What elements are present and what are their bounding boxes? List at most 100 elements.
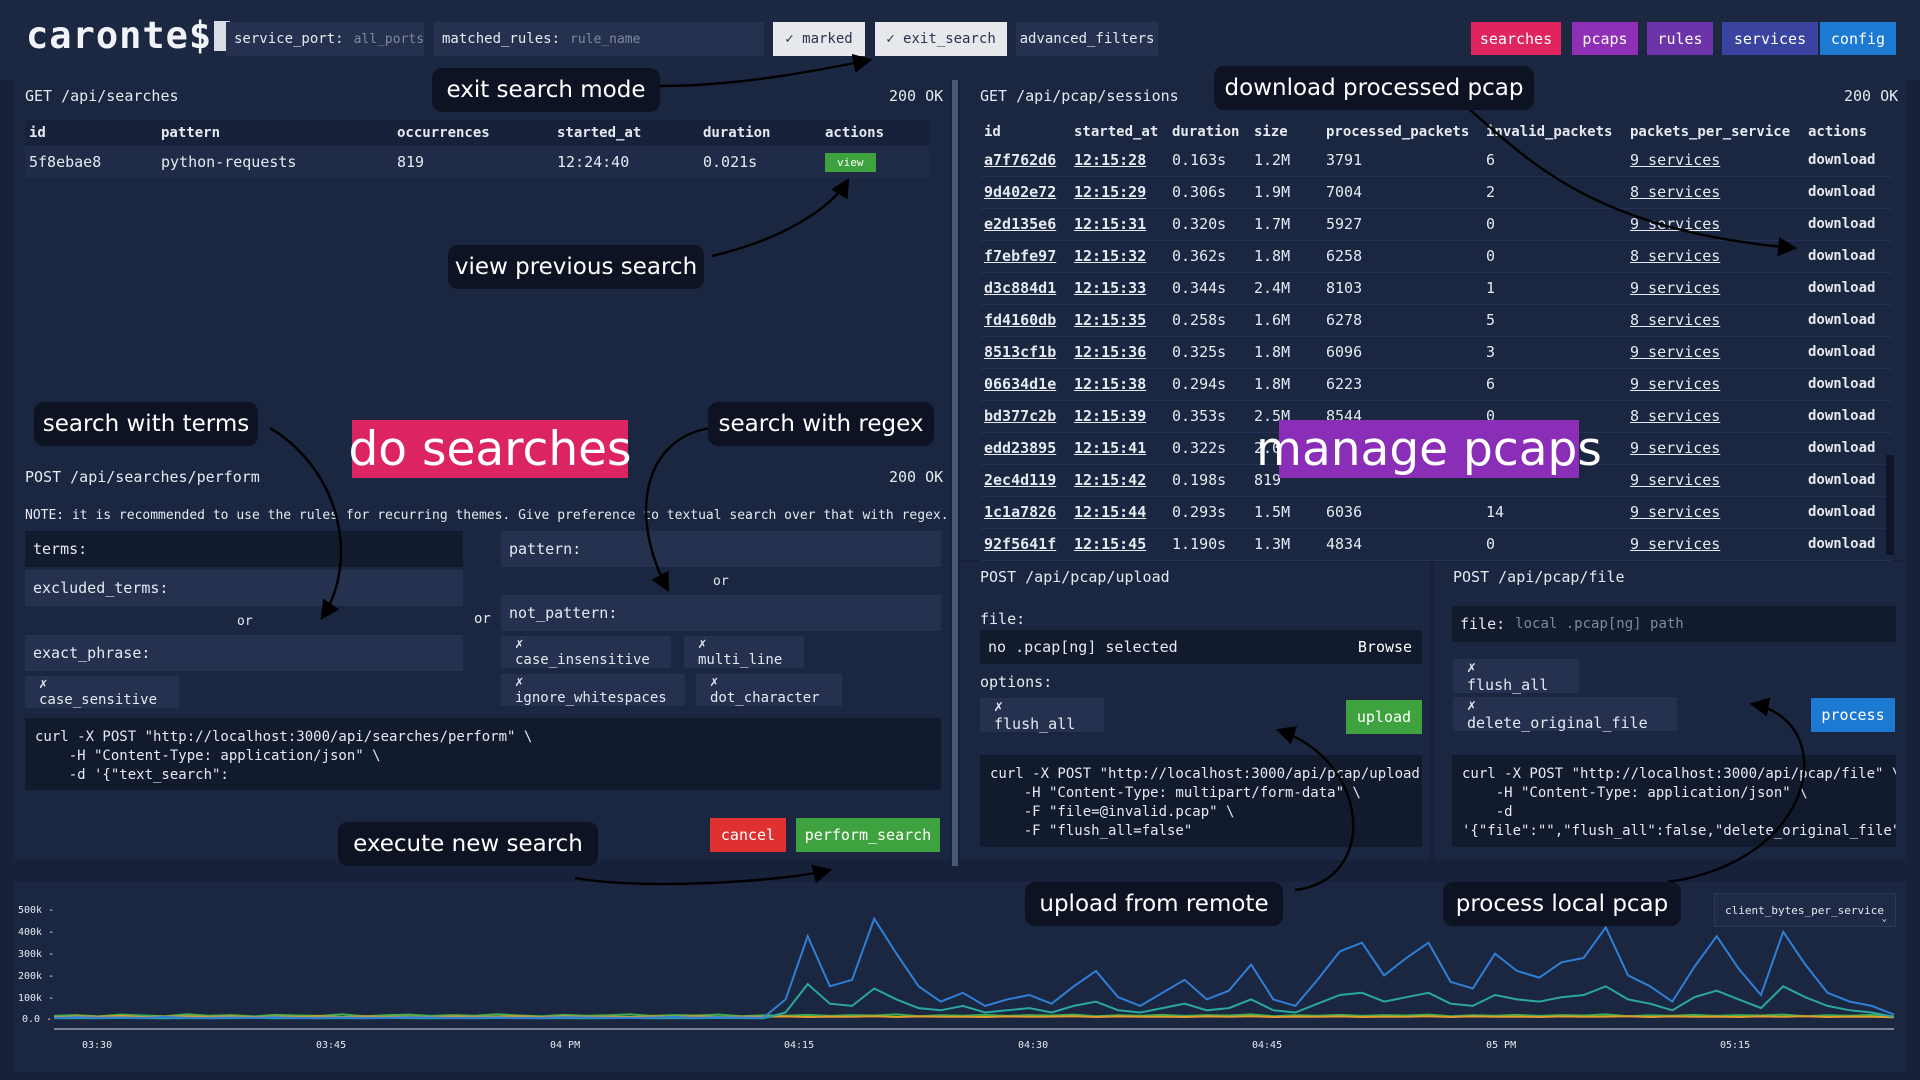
session-services-link[interactable]: 9 services — [1626, 336, 1804, 369]
session-started-at[interactable]: 12:15:38 — [1070, 368, 1168, 401]
session-id[interactable]: 06634d1e — [980, 368, 1070, 401]
session-started-at[interactable]: 12:15:29 — [1070, 176, 1168, 209]
process-button[interactable]: process — [1811, 698, 1895, 732]
matched-rules-filter[interactable]: matched_rules: rule_name — [434, 22, 764, 56]
sessions-scrollbar[interactable] — [1886, 455, 1894, 555]
session-services-link[interactable]: 9 services — [1626, 464, 1804, 497]
download-link[interactable]: download — [1804, 496, 1892, 529]
session-id[interactable]: 8513cf1b — [980, 336, 1070, 369]
terms-field[interactable]: terms: — [25, 531, 463, 567]
session-started-at[interactable]: 12:15:45 — [1070, 528, 1168, 561]
table-row[interactable]: fd4160db 12:15:35 0.258s 1.6M 6278 5 8 service… — [980, 304, 1892, 337]
perform-search-button[interactable]: perform_search — [796, 818, 940, 852]
session-id[interactable]: a7f762d6 — [980, 144, 1070, 177]
search-pattern: python-requests — [157, 146, 393, 178]
session-services-link[interactable]: 8 services — [1626, 304, 1804, 337]
ignore-whitespaces-toggle[interactable]: ✗ ignore_whitespaces — [501, 674, 685, 706]
table-row[interactable]: f7ebfe97 12:15:32 0.362s 1.8M 6258 0 8 service… — [980, 240, 1892, 273]
not-pattern-field[interactable]: not_pattern: — [501, 595, 941, 631]
upload-button[interactable]: upload — [1346, 700, 1422, 734]
session-id[interactable]: 2ec4d119 — [980, 464, 1070, 497]
download-link[interactable]: download — [1804, 400, 1892, 433]
download-link[interactable]: download — [1804, 272, 1892, 305]
download-link[interactable]: download — [1804, 304, 1892, 337]
session-services-link[interactable]: 8 services — [1626, 240, 1804, 273]
table-row[interactable]: 9d402e72 12:15:29 0.306s 1.9M 7004 2 8 service… — [980, 176, 1892, 209]
download-link[interactable]: download — [1804, 528, 1892, 561]
session-services-link[interactable]: 9 services — [1626, 368, 1804, 401]
nav-rules[interactable]: rules — [1647, 22, 1713, 55]
upload-flush-all-toggle[interactable]: ✗ flush_all — [980, 697, 1104, 733]
session-id[interactable]: fd4160db — [980, 304, 1070, 337]
session-id[interactable]: 1c1a7826 — [980, 496, 1070, 529]
cancel-button[interactable]: cancel — [710, 818, 786, 852]
browse-button[interactable]: Browse — [1348, 630, 1422, 664]
session-started-at[interactable]: 12:15:42 — [1070, 464, 1168, 497]
download-link[interactable]: download — [1804, 464, 1892, 497]
case-insensitive-toggle[interactable]: ✗ case_insensitive — [501, 636, 671, 668]
table-row[interactable]: 92f5641f 12:15:45 1.190s 1.3M 4834 0 9 service… — [980, 528, 1892, 561]
session-id[interactable]: f7ebfe97 — [980, 240, 1070, 273]
table-row[interactable]: 06634d1e 12:15:38 0.294s 1.8M 6223 6 9 service… — [980, 368, 1892, 401]
table-row[interactable]: 8513cf1b 12:15:36 0.325s 1.8M 6096 3 9 service… — [980, 336, 1892, 369]
service-port-filter[interactable]: service_port: all_ports — [226, 22, 424, 56]
table-row[interactable]: e2d135e6 12:15:31 0.320s 1.7M 5927 0 9 service… — [980, 208, 1892, 241]
local-file-input[interactable]: file: local .pcap[ng] path — [1452, 606, 1896, 642]
session-started-at[interactable]: 12:15:35 — [1070, 304, 1168, 337]
session-services-link[interactable]: 9 services — [1626, 528, 1804, 561]
session-id[interactable]: bd377c2b — [980, 400, 1070, 433]
table-row[interactable]: d3c884d1 12:15:33 0.344s 2.4M 8103 1 9 service… — [980, 272, 1892, 305]
session-started-at[interactable]: 12:15:33 — [1070, 272, 1168, 305]
case-sensitive-toggle[interactable]: ✗ case_sensitive — [25, 676, 179, 708]
session-started-at[interactable]: 12:15:41 — [1070, 432, 1168, 465]
session-services-link[interactable]: 9 services — [1626, 272, 1804, 305]
session-duration: 0.258s — [1168, 304, 1250, 337]
dot-character-toggle[interactable]: ✗ dot_character — [696, 674, 842, 706]
table-row[interactable]: a7f762d6 12:15:28 0.163s 1.2M 3791 6 9 service… — [980, 144, 1892, 177]
session-duration: 0.344s — [1168, 272, 1250, 305]
session-id[interactable]: 9d402e72 — [980, 176, 1070, 209]
download-link[interactable]: download — [1804, 208, 1892, 241]
marked-toggle[interactable]: ✓ marked — [773, 22, 865, 56]
exact-phrase-field[interactable]: exact_phrase: — [25, 635, 463, 671]
exit-search-button[interactable]: ✓ exit_search — [875, 22, 1007, 56]
table-row[interactable]: 1c1a7826 12:15:44 0.293s 1.5M 6036 14 9 servic… — [980, 496, 1892, 529]
session-services-link[interactable]: 9 services — [1626, 496, 1804, 529]
session-id[interactable]: 92f5641f — [980, 528, 1070, 561]
session-services-link[interactable]: 9 services — [1626, 432, 1804, 465]
session-started-at[interactable]: 12:15:36 — [1070, 336, 1168, 369]
session-services-link[interactable]: 8 services — [1626, 176, 1804, 209]
session-started-at[interactable]: 12:15:31 — [1070, 208, 1168, 241]
download-link[interactable]: download — [1804, 368, 1892, 401]
session-services-link[interactable]: 9 services — [1626, 208, 1804, 241]
view-search-button[interactable]: view — [825, 153, 876, 172]
top-header: caronte$ service_port: all_ports matched… — [0, 0, 1920, 80]
download-link[interactable]: download — [1804, 176, 1892, 209]
delete-original-toggle[interactable]: ✗ delete_original_file — [1453, 696, 1677, 732]
table-row[interactable]: 5f8ebae8 python-requests 819 12:24:40 0.… — [25, 146, 929, 178]
excluded-terms-field[interactable]: excluded_terms: — [25, 570, 463, 606]
download-link[interactable]: download — [1804, 240, 1892, 273]
column-divider[interactable] — [952, 80, 958, 866]
session-started-at[interactable]: 12:15:28 — [1070, 144, 1168, 177]
download-link[interactable]: download — [1804, 432, 1892, 465]
download-link[interactable]: download — [1804, 144, 1892, 177]
session-started-at[interactable]: 12:15:39 — [1070, 400, 1168, 433]
nav-services[interactable]: services — [1722, 22, 1818, 55]
nav-searches[interactable]: searches — [1471, 22, 1561, 55]
file-flush-all-toggle[interactable]: ✗ flush_all — [1453, 658, 1579, 694]
multi-line-toggle[interactable]: ✗ multi_line — [684, 636, 804, 668]
session-id[interactable]: d3c884d1 — [980, 272, 1070, 305]
nav-pcaps[interactable]: pcaps — [1572, 22, 1638, 55]
session-started-at[interactable]: 12:15:44 — [1070, 496, 1168, 529]
advanced-filters-button[interactable]: advanced_filters — [1016, 22, 1158, 56]
download-link[interactable]: download — [1804, 336, 1892, 369]
session-id[interactable]: e2d135e6 — [980, 208, 1070, 241]
session-id[interactable]: edd23895 — [980, 432, 1070, 465]
metric-select[interactable]: client_bytes_per_service ⌄ — [1714, 893, 1896, 927]
session-services-link[interactable]: 9 services — [1626, 144, 1804, 177]
nav-config[interactable]: config — [1820, 22, 1896, 55]
pattern-field[interactable]: pattern: — [501, 531, 941, 567]
session-services-link[interactable]: 8 services — [1626, 400, 1804, 433]
session-started-at[interactable]: 12:15:32 — [1070, 240, 1168, 273]
